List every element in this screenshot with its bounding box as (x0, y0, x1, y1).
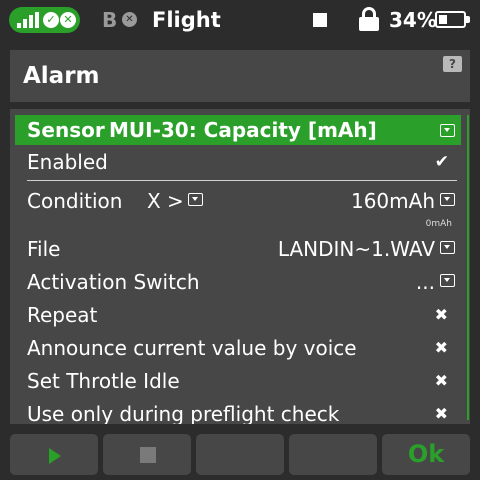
play-icon (49, 448, 61, 464)
receiver-b-label: B (102, 8, 118, 32)
enabled-row[interactable]: Enabled ✔ (15, 146, 461, 178)
announce-row[interactable]: Announce current value by voice ✖ (15, 332, 461, 364)
x-icon[interactable]: ✖ (435, 401, 448, 424)
close-circle-icon: ✕ (60, 12, 76, 28)
stop-icon (140, 447, 156, 463)
lock-icon (359, 7, 379, 31)
status-bar: ✓ ✕ B ✕ Flight 34% (0, 0, 480, 40)
sensor-label: Sensor (27, 118, 105, 142)
throttle-idle-label: Set Throtle Idle (27, 369, 180, 393)
sensor-value: MUI-30: Capacity [mAh] (109, 118, 377, 142)
sensor-dropdown-icon[interactable] (440, 124, 455, 137)
ok-label: Ok (407, 440, 445, 468)
empty-button-3[interactable] (196, 434, 284, 475)
preflight-row[interactable]: Use only during preflight check ✖ (15, 398, 461, 424)
stop-icon (313, 13, 327, 27)
receiver-b-close-icon: ✕ (122, 12, 137, 27)
file-dropdown-icon[interactable] (440, 241, 455, 254)
battery-icon (435, 11, 470, 28)
x-icon[interactable]: ✖ (435, 368, 448, 394)
activation-switch-label: Activation Switch (27, 270, 200, 294)
alarm-settings-list: Sensor MUI-30: Capacity [mAh] Enabled ✔ … (10, 109, 470, 424)
x-icon[interactable]: ✖ (435, 302, 448, 328)
activation-switch-row[interactable]: Activation Switch ... (15, 266, 461, 298)
check-circle-icon: ✓ (43, 12, 59, 28)
stop-button[interactable] (103, 434, 191, 475)
condition-label: Condition (27, 189, 123, 213)
preflight-label: Use only during preflight check (27, 402, 340, 424)
page-title: Alarm (23, 63, 100, 89)
file-label: File (27, 237, 61, 261)
enabled-label: Enabled (27, 150, 108, 174)
throttle-idle-row[interactable]: Set Throtle Idle ✖ (15, 365, 461, 397)
x-icon[interactable]: ✖ (435, 335, 448, 361)
page-header: Alarm ? (10, 50, 470, 102)
file-value[interactable]: LANDIN~1.WAV (278, 235, 435, 263)
repeat-label: Repeat (27, 303, 98, 327)
ok-button[interactable]: Ok (382, 434, 470, 475)
signal-bars-icon (17, 12, 39, 28)
condition-value[interactable]: 160mAh (351, 187, 435, 215)
file-row[interactable]: File LANDIN~1.WAV (15, 233, 461, 265)
condition-value-dropdown-icon[interactable] (440, 193, 455, 206)
battery-percent: 34% (389, 8, 437, 32)
announce-label: Announce current value by voice (27, 336, 357, 360)
activation-switch-value[interactable]: ... (416, 268, 435, 296)
help-icon[interactable]: ? (443, 56, 462, 72)
model-title: Flight (152, 8, 221, 32)
sensor-row[interactable]: Sensor MUI-30: Capacity [mAh] (15, 115, 461, 145)
telemetry-status-pill[interactable]: ✓ ✕ (9, 7, 80, 33)
scrollbar[interactable] (467, 115, 469, 420)
empty-button-4[interactable] (289, 434, 377, 475)
play-button[interactable] (10, 434, 98, 475)
condition-operator-dropdown-icon[interactable] (188, 193, 203, 206)
divider (27, 180, 457, 181)
repeat-row[interactable]: Repeat ✖ (15, 299, 461, 331)
condition-row[interactable]: Condition X > 160mAh (15, 185, 461, 217)
activation-switch-dropdown-icon[interactable] (440, 274, 455, 287)
condition-current-value: 0mAh (425, 219, 452, 229)
condition-operator[interactable]: X > (147, 187, 184, 215)
checkmark-icon[interactable]: ✔ (435, 149, 449, 175)
